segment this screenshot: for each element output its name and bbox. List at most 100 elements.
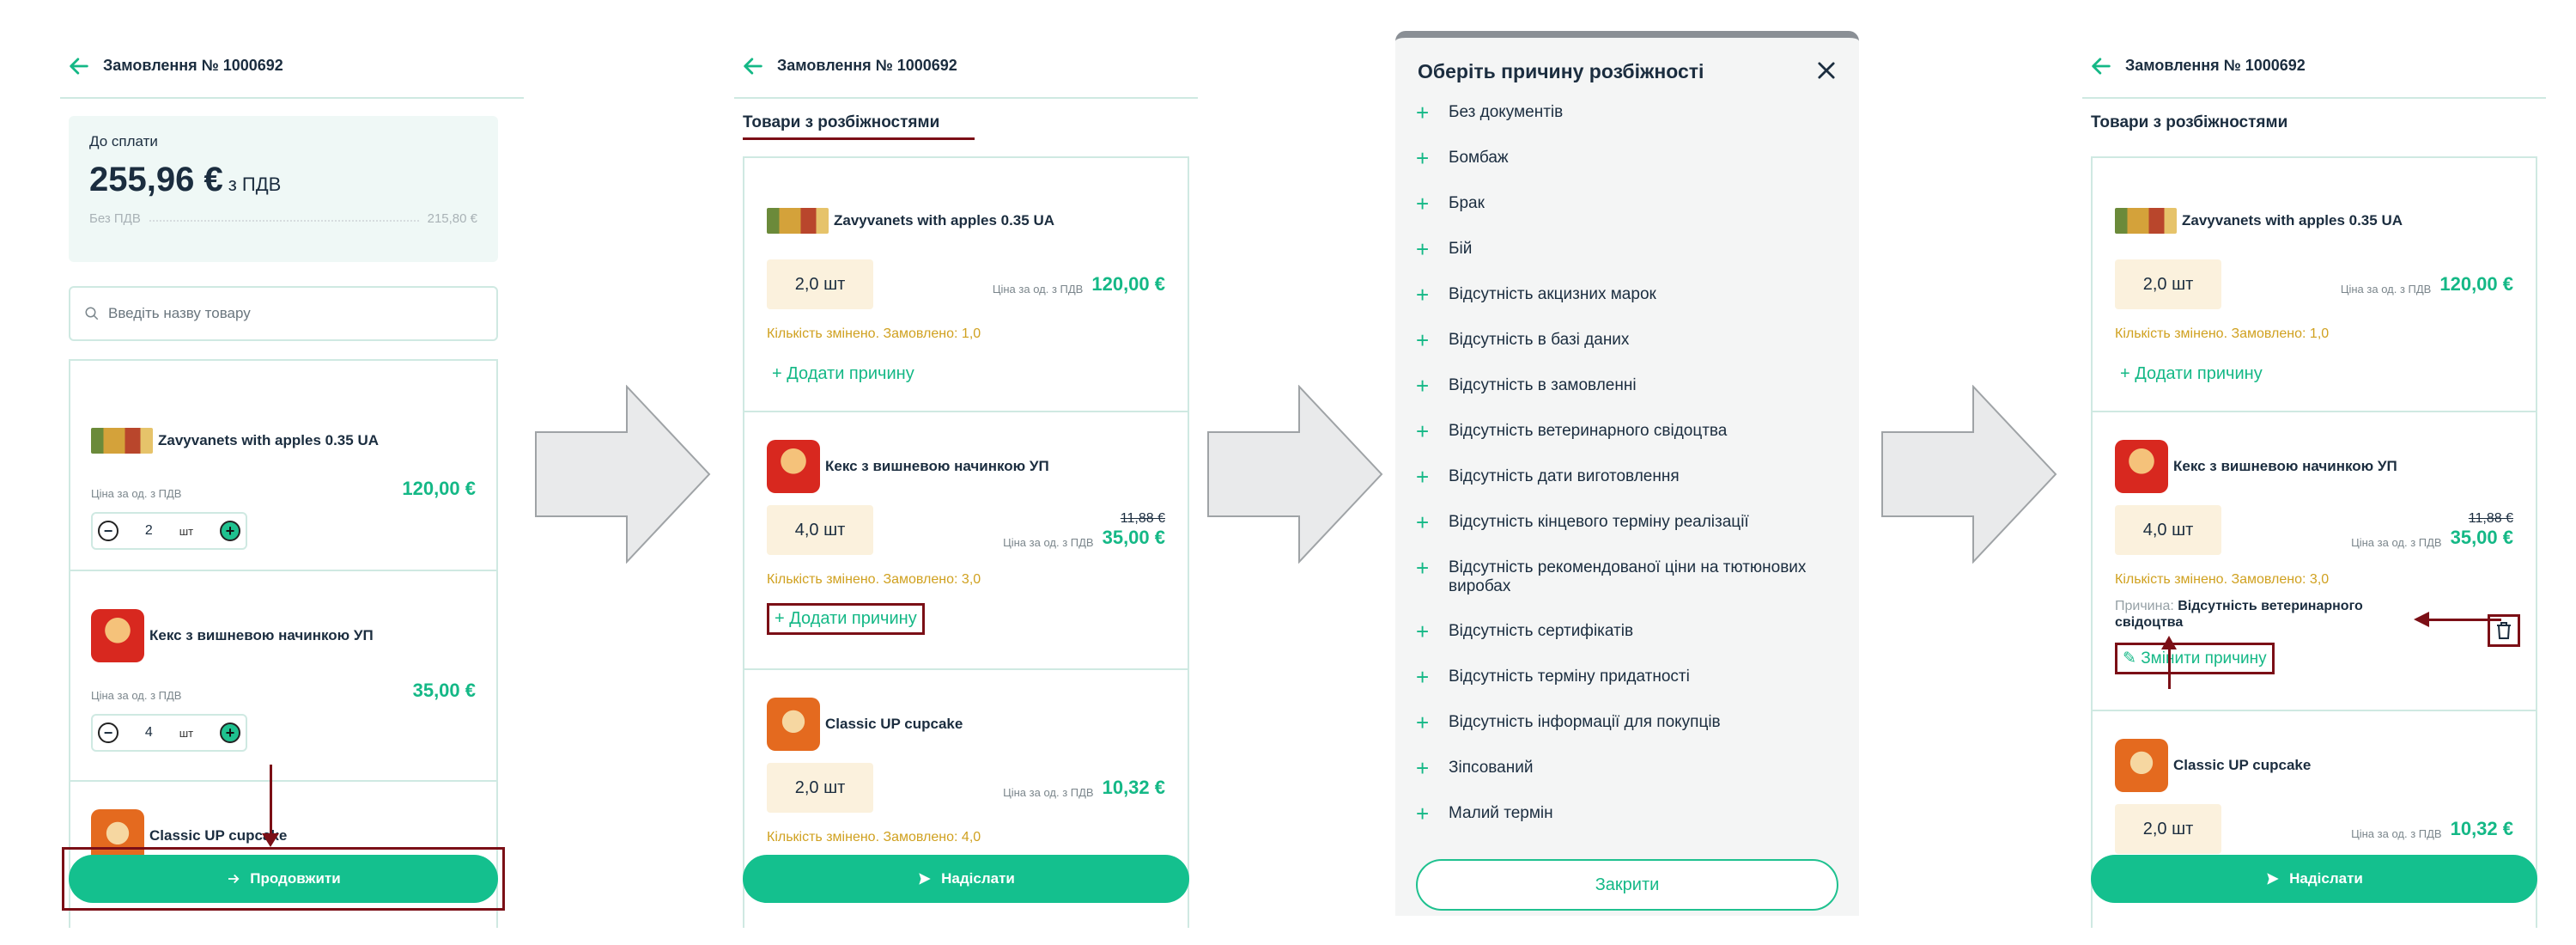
flow-arrow-icon	[535, 385, 711, 564]
reason-option[interactable]: + Відсутність дати виготовлення	[1416, 464, 1845, 513]
product-name: Zavyvanets with apples 0.35 UA	[834, 212, 1054, 229]
plus-icon: +	[1416, 464, 1430, 490]
send-icon	[2267, 873, 2279, 885]
add-reason-button[interactable]: + Додати причину	[2115, 361, 2268, 387]
reason-option[interactable]: + Брак	[1416, 192, 1845, 240]
annotation-arrowhead	[2161, 636, 2177, 649]
reason-option[interactable]: + Бомбаж	[1416, 145, 1845, 194]
product-name: Zavyvanets with apples 0.35 UA	[2182, 212, 2403, 229]
section-title: Товари з розбіжностями	[743, 113, 940, 131]
qty-change-note: Кількість змінено. Замовлено: 1,0	[767, 326, 981, 341]
back-arrow-icon[interactable]	[2089, 54, 2113, 78]
product-price: 35,00 €	[2450, 527, 2513, 548]
plus-icon: +	[1416, 755, 1430, 781]
unit-label: Ціна за од. з ПДВ	[91, 487, 182, 500]
plus-icon[interactable]: +	[219, 722, 240, 743]
send-button[interactable]: Надіслати	[2091, 855, 2537, 903]
product-name: Classic UP cupcake	[825, 716, 963, 732]
product-price: 35,00 €	[412, 680, 476, 701]
annotation-box	[62, 847, 505, 911]
reason-option[interactable]: + Відсутність сертифікатів	[1416, 619, 1845, 668]
plus-icon: +	[1416, 282, 1430, 308]
plus-icon: +	[1416, 100, 1430, 125]
back-arrow-icon[interactable]	[741, 54, 765, 78]
product-card: Кекс з вишневою начинкою УП Ціна за од. …	[70, 571, 496, 782]
header: Замовлення № 1000692	[60, 34, 524, 99]
reason-options: + Без документів + Бомбаж + Брак + Бій + Відс…	[1416, 100, 1845, 850]
plus-icon: +	[1416, 418, 1430, 444]
qty-badge: 4,0 шт	[2115, 505, 2221, 555]
send-icon	[919, 873, 931, 885]
quantity-stepper[interactable]: − 4 шт +	[91, 714, 247, 752]
reason-option[interactable]: + Без документів	[1416, 100, 1845, 149]
order-title: Замовлення № 1000692	[103, 57, 283, 74]
annotation-line	[2168, 646, 2171, 689]
close-icon[interactable]	[1814, 58, 1838, 82]
send-button[interactable]: Надіслати	[743, 855, 1189, 903]
plus-icon: +	[1416, 373, 1430, 399]
annotation-underline	[743, 137, 975, 140]
qty-change-note: Кількість змінено. Замовлено: 1,0	[2115, 326, 2330, 341]
product-image	[2115, 739, 2168, 792]
unit-label: Ціна за од. з ПДВ	[91, 689, 182, 702]
reason-option[interactable]: + Відсутність терміну придатності	[1416, 666, 1845, 713]
annotation-line	[270, 765, 272, 844]
qty-badge: 4,0 шт	[767, 505, 873, 555]
reason-option[interactable]: + Відсутність рекомендованої ціни на тютю…	[1416, 555, 1845, 622]
search-icon	[85, 307, 99, 320]
product-image	[2115, 440, 2168, 493]
back-arrow-icon[interactable]	[67, 54, 91, 78]
reason-option[interactable]: + Відсутність кінцевого терміну реалізаці…	[1416, 511, 1845, 558]
reason-option[interactable]: + Малий термін	[1416, 801, 1845, 850]
close-button[interactable]: Закрити	[1416, 859, 1838, 911]
reason-option[interactable]: + Відсутність в базі даних	[1416, 327, 1845, 376]
product-image	[91, 428, 153, 454]
reason-option[interactable]: + Відсутність акцизних марок	[1416, 282, 1845, 331]
qty-value: 4	[144, 725, 153, 740]
qty-unit: шт	[179, 726, 194, 740]
product-price: 120,00 €	[2439, 273, 2513, 295]
add-reason-button[interactable]: + Додати причину	[767, 361, 920, 387]
search-input[interactable]: Введіть назву товару	[69, 286, 498, 341]
plus-icon: +	[1416, 710, 1430, 735]
reason-option[interactable]: + Відсутність інформації для покупців	[1416, 710, 1845, 759]
reason-option[interactable]: + Бій	[1416, 238, 1845, 285]
payment-summary: До сплати 255,96 € з ПДВ Без ПДВ 215,80 €	[69, 116, 498, 262]
discrepancy-card: Zavyvanets with apples 0.35 UA 2,0 шт Цін…	[744, 158, 1188, 412]
discrepancy-card: Кекс з вишневою начинкою УП 4,0 шт Ціна з…	[744, 412, 1188, 670]
change-reason-button[interactable]: ✎ Змінити причину	[2115, 643, 2275, 675]
reason-modal: Оберіть причину розбіжності + Без докумен…	[1395, 31, 1859, 916]
minus-icon[interactable]: −	[98, 521, 118, 541]
flow-arrow-icon	[1881, 385, 2057, 564]
product-name: Кекс з вишневою начинкою УП	[825, 458, 1049, 474]
minus-icon[interactable]: −	[98, 722, 118, 743]
discrepancy-screen: Замовлення № 1000692 Товари з розбіжност…	[734, 34, 1198, 928]
net-row: Без ПДВ 215,80 €	[89, 211, 477, 226]
qty-unit: шт	[179, 524, 194, 538]
plus-icon[interactable]: +	[219, 521, 240, 541]
pay-amount: 255,96 € з ПДВ	[89, 161, 282, 198]
product-image	[2115, 208, 2177, 234]
plus-icon: +	[1416, 555, 1430, 581]
product-price: 10,32 €	[2450, 818, 2513, 839]
modal-title: Оберіть причину розбіжності	[1418, 60, 1704, 82]
qty-badge: 2,0 шт	[2115, 804, 2221, 854]
product-price: 35,00 €	[1102, 527, 1165, 548]
old-price: 11,88 €	[1120, 511, 1165, 526]
plus-icon: +	[1416, 327, 1430, 353]
product-name: Кекс з вишневою начинкою УП	[2173, 458, 2397, 474]
product-price: 120,00 €	[402, 478, 476, 499]
product-name: Classic UP cupcake	[2173, 757, 2312, 773]
flow-arrow-icon	[1207, 385, 1383, 564]
quantity-stepper[interactable]: − 2 шт +	[91, 512, 247, 550]
plus-icon: +	[1416, 145, 1430, 171]
add-reason-button[interactable]: + Додати причину	[767, 603, 925, 635]
plus-icon: +	[1416, 619, 1430, 644]
qty-badge: 2,0 шт	[767, 763, 873, 813]
reason-option[interactable]: + Відсутність ветеринарного свідоцтва	[1416, 418, 1845, 467]
product-image	[91, 609, 144, 662]
reason-option[interactable]: + Зіпсований	[1416, 755, 1845, 804]
qty-badge: 2,0 шт	[2115, 259, 2221, 309]
plus-icon: +	[1416, 801, 1430, 826]
reason-option[interactable]: + Відсутність в замовленні	[1416, 373, 1845, 422]
